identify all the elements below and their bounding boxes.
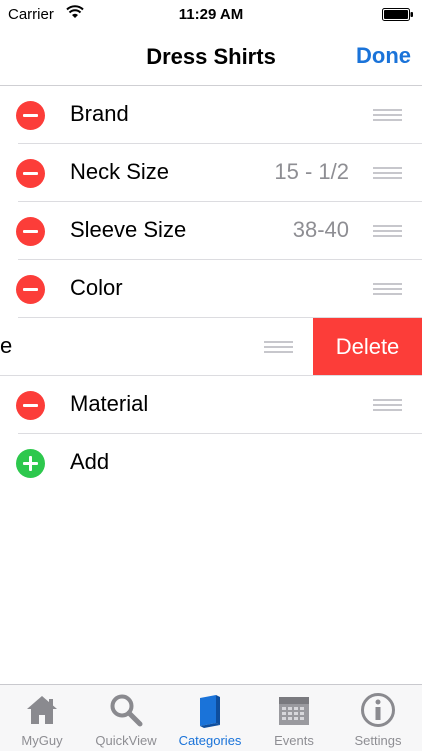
book-icon [200,695,220,728]
row-label: Brand [70,101,129,126]
add-label: Add [70,449,110,474]
add-icon[interactable] [16,449,45,478]
calendar-icon [279,697,309,725]
tab-myguy[interactable]: MyGuy [0,685,84,751]
list-item-color: Color [0,260,422,318]
remove-row-icon[interactable] [16,391,45,420]
list-item-sleeve-size: Sleeve Size 38-40 [0,202,422,260]
remove-row-icon[interactable] [16,159,45,188]
navigation-bar: Dress Shirts Done [0,30,422,86]
tab-settings[interactable]: Settings [336,685,420,751]
reorder-handle-icon[interactable] [373,283,402,295]
reorder-handle-icon[interactable] [373,109,402,121]
tab-label: MyGuy [21,733,63,748]
delete-button[interactable]: Delete [313,318,422,376]
row-label: Material [70,391,149,416]
reorder-handle-icon[interactable] [373,225,402,237]
remove-row-icon[interactable] [16,101,45,130]
remove-row-icon[interactable] [16,275,45,304]
list-item-add[interactable]: Add [0,434,422,492]
row-label: e [0,333,13,358]
done-button[interactable]: Done [356,43,411,69]
tab-label: QuickView [95,733,157,748]
list-item-neck-size: Neck Size 15 - 1/2 [0,144,422,202]
row-label: Color [70,275,123,300]
info-icon [361,693,395,727]
tab-label: Events [274,733,314,748]
status-time: 11:29 AM [178,6,244,23]
remove-row-icon[interactable] [16,217,45,246]
reorder-handle-icon[interactable] [373,399,402,411]
list-item-swiped: e Delete [0,318,422,376]
tab-bar: MyGuy QuickView Categories Events Settin… [0,684,422,751]
list-item-material: Material [0,376,422,434]
battery-icon [382,8,413,21]
reorder-handle-icon[interactable] [264,341,293,353]
row-value: 15 - 1/2 [274,159,349,184]
house-icon [27,696,57,724]
row-label: Sleeve Size [70,217,187,242]
tab-label: Settings [354,733,402,748]
list-item-brand: Brand [0,86,422,144]
magnifier-icon [110,694,143,727]
reorder-handle-icon[interactable] [373,167,402,179]
tab-label: Categories [178,733,242,748]
row-value: 38-40 [292,217,349,242]
tab-quickview[interactable]: QuickView [84,685,168,751]
row-label: Neck Size [70,159,170,184]
status-bar: Carrier 11:29 AM [0,0,422,30]
tab-categories[interactable]: Categories [168,685,252,751]
tab-events[interactable]: Events [252,685,336,751]
